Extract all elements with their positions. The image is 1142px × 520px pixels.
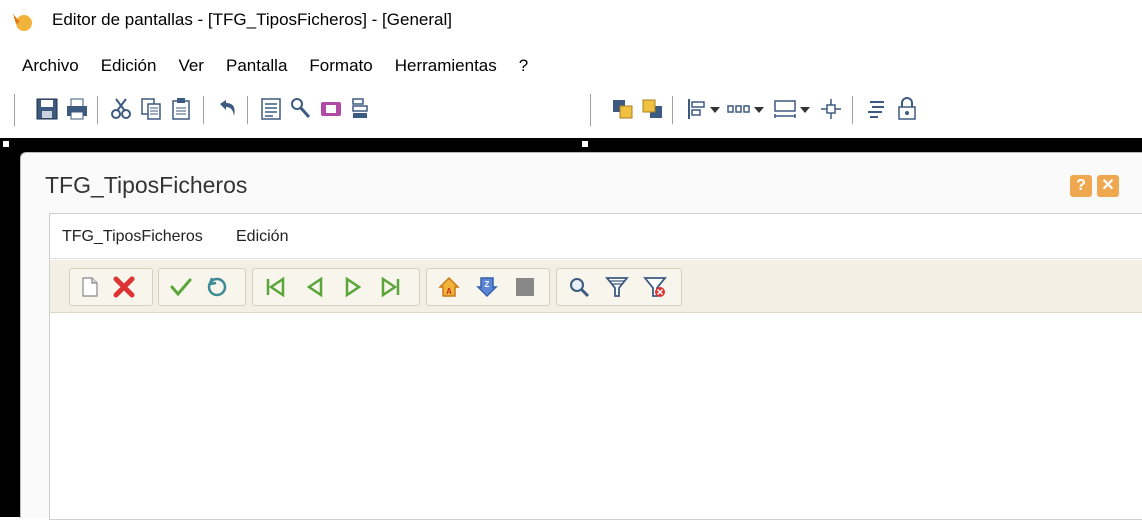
form-menu-bar: TFG_TiposFicheros Edición	[50, 214, 1142, 259]
selection-handle[interactable]	[3, 141, 9, 147]
paste-icon[interactable]	[168, 96, 194, 122]
dropdown-icon[interactable]	[798, 96, 812, 122]
svg-text:A: A	[446, 287, 452, 296]
first-icon[interactable]	[263, 275, 287, 299]
toolbar-grip[interactable]	[14, 94, 19, 126]
next-icon[interactable]	[341, 275, 365, 299]
menu-herramientas[interactable]: Herramientas	[395, 56, 497, 80]
title-bar: Editor de pantallas - [TFG_TiposFicheros…	[0, 0, 1142, 40]
cancel-icon[interactable]	[205, 275, 229, 299]
menu-archivo[interactable]: Archivo	[22, 56, 79, 80]
form-body: TFG_TiposFicheros Edición A Z	[49, 213, 1142, 520]
menu-help[interactable]: ?	[519, 56, 528, 80]
toolbar-group-actions: A Z	[426, 268, 550, 306]
svg-text:Z: Z	[485, 280, 490, 289]
toolbar-group-confirm	[158, 268, 246, 306]
align-left-icon[interactable]	[684, 96, 710, 122]
delete-icon[interactable]	[112, 275, 136, 299]
toolbar-separator	[247, 96, 248, 124]
properties-icon[interactable]	[258, 96, 284, 122]
dropdown-icon[interactable]	[752, 96, 766, 122]
menu-formato[interactable]: Formato	[309, 56, 372, 80]
copy-icon[interactable]	[138, 96, 164, 122]
undo-icon[interactable]	[214, 96, 240, 122]
cut-icon[interactable]	[108, 96, 134, 122]
toolbar-separator	[97, 96, 98, 124]
form-menu-item-edicion[interactable]: Edición	[236, 228, 288, 246]
center-icon[interactable]	[818, 96, 844, 122]
selection-handle[interactable]	[582, 141, 588, 147]
home-icon[interactable]: A	[437, 275, 461, 299]
accept-icon[interactable]	[169, 275, 193, 299]
filter-icon[interactable]	[605, 275, 629, 299]
print-icon[interactable]	[64, 96, 90, 122]
report-icon[interactable]	[318, 96, 344, 122]
new-icon[interactable]	[78, 275, 102, 299]
form-window[interactable]: TFG_TiposFicheros ? ✕ TFG_TiposFicheros …	[20, 152, 1142, 520]
toolbar-grip[interactable]	[590, 94, 595, 126]
size-icon[interactable]	[772, 96, 798, 122]
window-title: Editor de pantallas - [TFG_TiposFicheros…	[52, 10, 452, 29]
close-button[interactable]: ✕	[1097, 175, 1119, 197]
distribute-horizontal-icon[interactable]	[726, 96, 752, 122]
toolbar-group-edit	[69, 268, 153, 306]
last-icon[interactable]	[379, 275, 403, 299]
down-icon[interactable]: Z	[475, 275, 499, 299]
search-icon[interactable]	[567, 275, 591, 299]
toolbar-separator	[672, 96, 673, 124]
menu-edicion[interactable]: Edición	[101, 56, 157, 80]
form-toolbar: A Z	[50, 260, 1142, 313]
menu-pantalla[interactable]: Pantalla	[226, 56, 287, 80]
tools-icon[interactable]	[288, 96, 314, 122]
toolbar-separator	[852, 96, 853, 124]
form-menu-item-name[interactable]: TFG_TiposFicheros	[62, 228, 203, 246]
lock-icon[interactable]	[894, 96, 920, 122]
list-icon[interactable]	[348, 96, 374, 122]
clear-filter-icon[interactable]	[643, 275, 667, 299]
form-title: TFG_TiposFicheros	[45, 172, 248, 198]
main-toolbar	[0, 88, 1142, 132]
tab-order-icon[interactable]	[864, 96, 890, 122]
menu-bar: Archivo Edición Ver Pantalla Formato Her…	[0, 56, 528, 80]
stop-icon[interactable]	[513, 275, 537, 299]
bring-front-icon[interactable]	[610, 96, 636, 122]
toolbar-separator	[203, 96, 204, 124]
save-icon[interactable]	[34, 96, 60, 122]
toolbar-group-navigation	[252, 268, 420, 306]
help-button[interactable]: ?	[1070, 175, 1092, 197]
menu-ver[interactable]: Ver	[178, 56, 204, 80]
toolbar-group-search	[556, 268, 682, 306]
app-icon	[13, 14, 32, 31]
send-back-icon[interactable]	[640, 96, 666, 122]
dropdown-icon[interactable]	[708, 96, 722, 122]
previous-icon[interactable]	[303, 275, 327, 299]
